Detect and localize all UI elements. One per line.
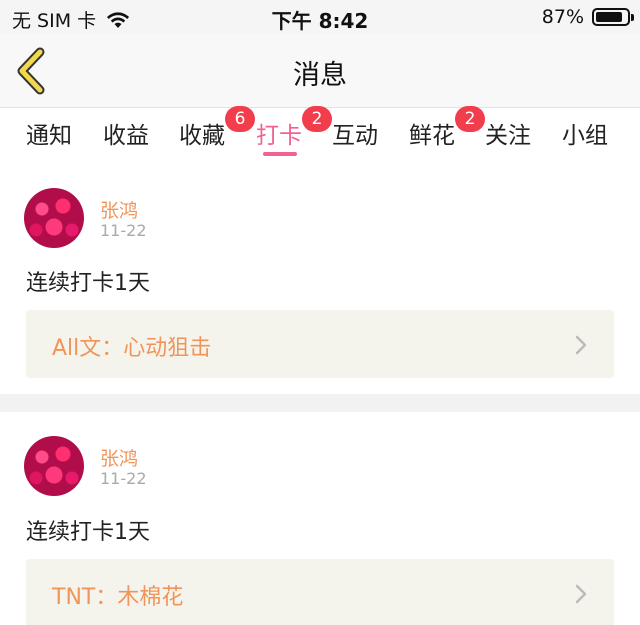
tab-label: 收益 <box>103 123 149 149</box>
work-link[interactable]: TNT：木棉花 <box>26 559 614 625</box>
tab-favorites[interactable]: 收藏 6 <box>179 106 255 150</box>
checkin-card: 张鸿 11-22 连续打卡1天 TNT：木棉花 <box>0 412 640 625</box>
tab-flowers[interactable]: 鲜花 2 <box>409 106 485 150</box>
page-title: 消息 <box>293 60 347 91</box>
unread-badge: 2 <box>302 106 332 132</box>
active-tab-indicator <box>263 152 297 156</box>
tab-label: 关注 <box>485 123 531 149</box>
user-name[interactable]: 张鸿 <box>100 196 138 223</box>
tab-label: 鲜花 <box>409 123 455 149</box>
user-name[interactable]: 张鸿 <box>100 444 138 471</box>
work-title: TNT：木棉花 <box>52 585 184 610</box>
post-date: 11-22 <box>100 221 147 240</box>
unread-badge: 2 <box>455 106 485 132</box>
avatar[interactable] <box>24 188 84 248</box>
post-date: 11-22 <box>100 469 147 488</box>
work-title: All文：心动狙击 <box>52 336 212 361</box>
battery-status: 87% <box>541 6 634 28</box>
chevron-right-icon <box>575 584 587 604</box>
checkin-text: 连续打卡1天 <box>26 520 150 545</box>
tab-groups[interactable]: 小组 <box>562 116 608 150</box>
tab-checkin[interactable]: 打卡 2 <box>256 106 332 150</box>
tab-label: 小组 <box>562 123 608 149</box>
tab-earnings[interactable]: 收益 <box>103 116 149 150</box>
tab-label: 互动 <box>332 123 378 149</box>
card-separator <box>0 394 640 412</box>
checkin-text: 连续打卡1天 <box>26 271 150 296</box>
tab-following[interactable]: 关注 <box>485 116 531 150</box>
chevron-right-icon <box>575 335 587 355</box>
battery-percent: 87% <box>541 6 584 28</box>
unread-badge: 6 <box>225 106 255 132</box>
tab-label: 收藏 <box>179 123 225 149</box>
checkin-card: 张鸿 11-22 连续打卡1天 All文：心动狙击 <box>0 160 640 394</box>
avatar[interactable] <box>24 436 84 496</box>
nav-bar: 消息 <box>0 34 640 108</box>
battery-icon <box>592 8 634 26</box>
status-bar: 无 SIM 卡 下午 8:42 87% <box>0 0 640 34</box>
tab-label: 打卡 <box>256 123 302 149</box>
tab-notifications[interactable]: 通知 <box>26 116 72 150</box>
tab-bar: 通知 收益 收藏 6 打卡 2 互动 鲜花 2 关注 小组 <box>0 106 640 160</box>
tab-label: 通知 <box>26 123 72 149</box>
tab-interactions[interactable]: 互动 <box>332 116 378 150</box>
work-link[interactable]: All文：心动狙击 <box>26 310 614 378</box>
